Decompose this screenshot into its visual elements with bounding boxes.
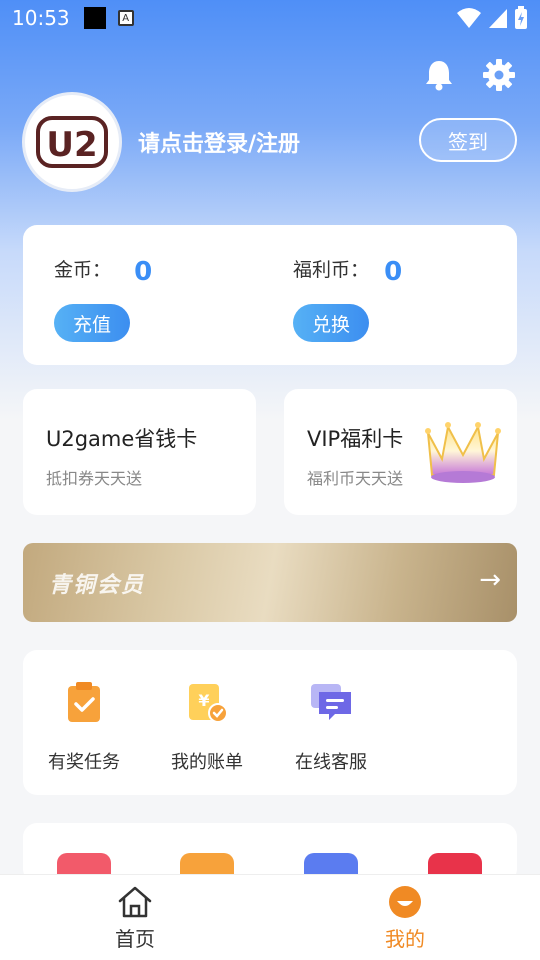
tools-card: 有奖任务 ¥ 我的账单 在线客服 xyxy=(23,650,517,795)
bronze-member-banner[interactable]: 青铜会员 → xyxy=(23,543,517,622)
u2-logo-icon: U2 xyxy=(36,116,108,168)
bronze-member-label: 青铜会员 xyxy=(49,573,146,598)
recharge-button[interactable]: 充值 xyxy=(54,304,130,342)
coin-value: 0 xyxy=(134,256,153,287)
reward-task-label: 有奖任务 xyxy=(48,752,120,773)
welfare-coin-label: 福利币： xyxy=(293,259,370,281)
bottom-nav: 首页 我的 xyxy=(0,874,540,960)
checkin-button[interactable]: 签到 xyxy=(419,118,517,162)
signal-icon xyxy=(489,9,507,28)
my-bill-label: 我的账单 xyxy=(171,752,243,773)
save-card-title: U2game省钱卡 xyxy=(46,427,198,451)
keyboard-a-icon: A xyxy=(117,10,134,26)
vip-welfare-card[interactable]: VIP福利卡 福利币天天送 xyxy=(284,389,517,515)
home-icon xyxy=(118,886,152,918)
wifi-icon xyxy=(457,8,481,28)
clipboard-check-icon xyxy=(68,682,100,722)
avatar[interactable]: U2 xyxy=(22,92,122,192)
chat-service-icon xyxy=(311,684,351,720)
status-time: 10:53 xyxy=(12,6,70,30)
profile-face-icon xyxy=(389,886,421,918)
notification-square-icon xyxy=(83,7,106,29)
vip-card-title: VIP福利卡 xyxy=(307,427,404,451)
avatar-text: U2 xyxy=(46,125,97,165)
nav-home[interactable]: 首页 xyxy=(0,875,270,960)
nav-mine[interactable]: 我的 xyxy=(270,875,540,960)
login-register-link[interactable]: 请点击登录/注册 xyxy=(138,126,300,158)
battery-icon xyxy=(515,6,527,29)
wallet-card: 金币： 0 充值 福利币： 0 兑换 xyxy=(23,225,517,365)
status-bar: 10:53 A xyxy=(0,0,540,36)
nav-mine-label: 我的 xyxy=(385,927,425,951)
vip-card-subtitle: 福利币天天送 xyxy=(307,469,404,488)
reward-task-item[interactable]: 有奖任务 xyxy=(34,680,134,774)
save-money-card[interactable]: U2game省钱卡 抵扣券天天送 xyxy=(23,389,256,515)
bell-icon[interactable] xyxy=(422,58,456,92)
online-service-label: 在线客服 xyxy=(295,752,367,773)
exchange-button[interactable]: 兑换 xyxy=(293,304,369,342)
yuan-bill-icon: ¥ xyxy=(189,684,228,723)
svg-text:¥: ¥ xyxy=(198,691,209,710)
my-bill-item[interactable]: ¥ 我的账单 xyxy=(157,680,257,774)
gear-icon[interactable] xyxy=(482,58,516,92)
save-card-subtitle: 抵扣券天天送 xyxy=(46,469,143,488)
arrow-right-icon: → xyxy=(479,565,501,595)
online-service-item[interactable]: 在线客服 xyxy=(281,680,381,774)
welfare-coin-value: 0 xyxy=(384,256,403,287)
crown-icon xyxy=(425,422,501,483)
coin-label: 金币： xyxy=(54,259,112,281)
nav-home-label: 首页 xyxy=(115,927,155,951)
